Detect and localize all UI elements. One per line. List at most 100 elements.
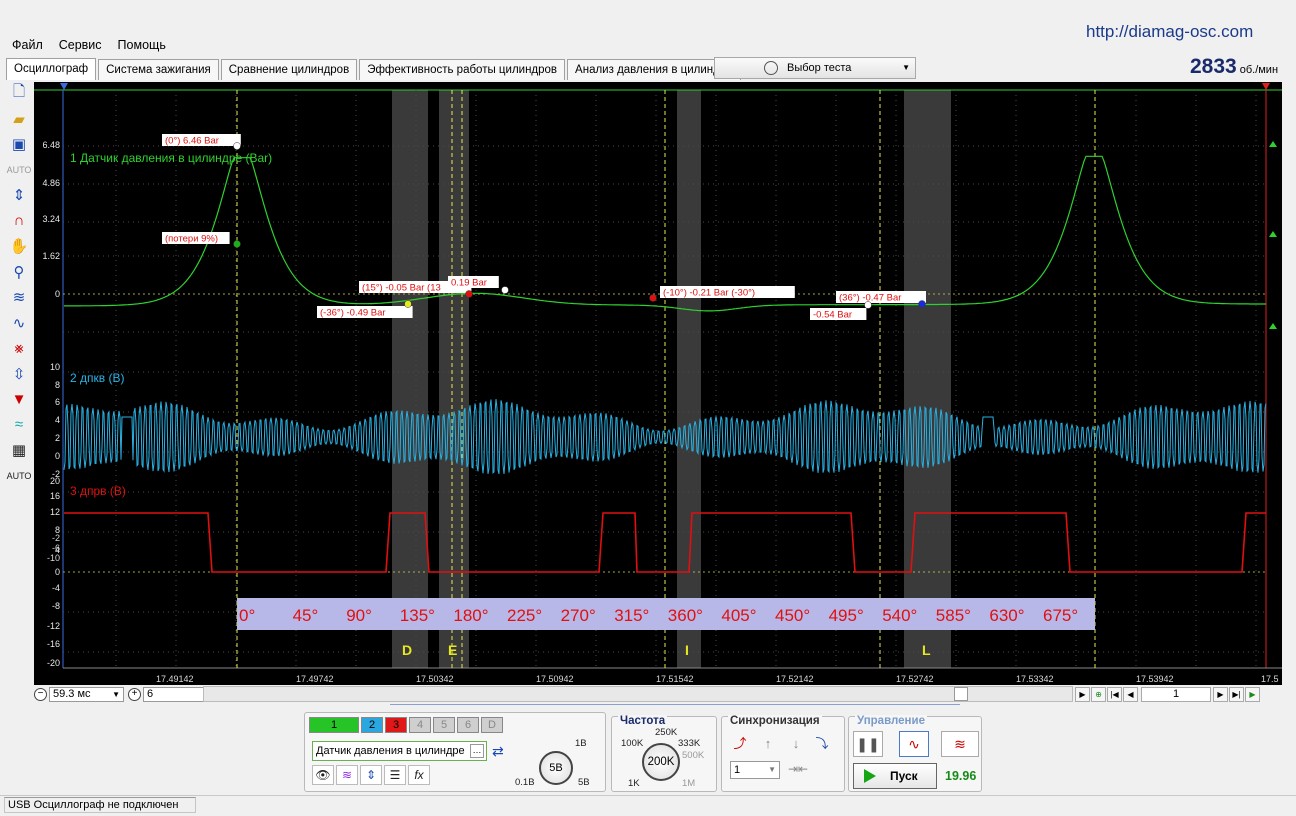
vertical-offset-icon[interactable]: ⇕ xyxy=(360,765,382,785)
pause-icon[interactable]: ❚❚ xyxy=(853,731,883,757)
control-panel: Управление ❚❚ ∿ ≋ Пуск 19.96 xyxy=(848,715,982,792)
time-scrollbar[interactable] xyxy=(203,686,1073,702)
voltage-label-current: 5В xyxy=(578,777,590,788)
zoom-out-icon[interactable]: − xyxy=(34,687,47,701)
frequency-knob[interactable]: 200K xyxy=(642,743,680,781)
menu-help[interactable]: Помощь xyxy=(110,36,174,54)
color-filter-icon[interactable]: ▼ xyxy=(8,388,30,410)
next-frame-icon[interactable]: ▶ xyxy=(1213,686,1228,702)
add-frame-icon[interactable]: ⊕ xyxy=(1091,686,1106,702)
test-select-dropdown[interactable]: Выбор теста ▼ xyxy=(714,57,916,79)
degree-label: 495° xyxy=(829,606,864,625)
channel-d-button[interactable]: D xyxy=(481,717,503,733)
save-icon[interactable]: ▣ xyxy=(8,133,30,155)
frame-number-field[interactable]: 1 xyxy=(1141,686,1211,702)
tab-ignition-system[interactable]: Система зажигания xyxy=(98,59,219,80)
channel-5-button[interactable]: 5 xyxy=(433,717,455,733)
level-lines-icon[interactable]: ☰ xyxy=(384,765,406,785)
tab-oscilloscope[interactable]: Осциллограф xyxy=(6,58,97,80)
table-icon[interactable]: ▦ xyxy=(8,439,30,461)
zoom-icon[interactable]: ⚲ xyxy=(8,261,30,283)
frequency-panel: Частота 200K 250K 100K 333K 500K 1K 1M xyxy=(611,715,717,792)
degree-label: 630° xyxy=(989,606,1024,625)
chevron-down-icon: ▼ xyxy=(768,765,776,774)
ch1-tick-label: 3.24 xyxy=(42,214,60,224)
play-icon[interactable]: ▶ xyxy=(1245,686,1260,702)
channel-6-button[interactable]: 6 xyxy=(457,717,479,733)
left-toolbar: 🗋 ▰ ▣ AUTO ⇕ ∩ ✋ ⚲ ≋ ∿ ⨳ ⇳ ▼ ≈ ▦ AUTO xyxy=(6,82,32,490)
overlay-icon[interactable]: ≈ xyxy=(8,414,30,436)
visibility-icon[interactable]: 👁 xyxy=(312,765,334,785)
panel-splitter[interactable] xyxy=(390,704,960,710)
step-right-icon[interactable]: ▶ xyxy=(1075,686,1090,702)
ch3-tick-label: 12 xyxy=(50,507,60,517)
sync-up-icon[interactable]: ↑ xyxy=(758,735,778,753)
sensor-settings-icon[interactable]: ⇄ xyxy=(492,743,504,760)
sync-arrows-icon[interactable]: ⇥⇤ xyxy=(788,762,808,776)
vertical-cursor-icon[interactable]: ⇕ xyxy=(8,184,30,206)
prev-frame-icon[interactable]: ◀ xyxy=(1123,686,1138,702)
trigger-icon[interactable]: ⨳ xyxy=(8,337,30,359)
auto-settings-icon[interactable]: AUTO xyxy=(7,465,32,487)
degree-label: 45° xyxy=(293,606,319,625)
multi-wave-icon[interactable]: ≋ xyxy=(941,731,979,757)
more-options-icon[interactable]: … xyxy=(470,744,484,758)
voltage-knob[interactable]: 5В xyxy=(539,751,573,785)
channel-4-button[interactable]: 4 xyxy=(409,717,431,733)
voltage-label-max: 1В xyxy=(575,738,587,749)
ch2-tick-label: 2 xyxy=(55,433,60,443)
last-frame-icon[interactable]: ▶| xyxy=(1229,686,1244,702)
frequency-label-333k: 333K xyxy=(678,738,701,749)
curve-fit-icon[interactable]: ∩ xyxy=(8,210,30,232)
sync-auto-icon[interactable]: ⤵ xyxy=(812,735,832,753)
single-wave-icon[interactable]: ∿ xyxy=(899,731,929,757)
phase-wave-icon[interactable]: ∿ xyxy=(8,312,30,334)
time-tick-label: 17.49742 xyxy=(296,674,334,684)
hand-pan-icon[interactable]: ✋ xyxy=(8,235,30,257)
channel-sensor-select[interactable]: Датчик давления в цилиндре… xyxy=(312,741,487,761)
frequency-label-100k: 100K xyxy=(621,738,644,749)
ch1-tick-label: 1.62 xyxy=(42,251,60,261)
tab-cylinder-comparison[interactable]: Сравнение цилиндров xyxy=(220,59,358,80)
time-scroll-thumb[interactable] xyxy=(954,687,968,701)
time-per-div-select[interactable]: 59.3 мс ▼ xyxy=(49,686,124,702)
time-tick-label: 17.50342 xyxy=(416,674,454,684)
sync-rising-edge-icon[interactable]: ⤴ xyxy=(730,735,750,753)
ch2-tick-label: 10 xyxy=(50,362,60,372)
formula-icon[interactable]: fx xyxy=(408,765,430,785)
level-marker xyxy=(1269,231,1277,237)
oscilloscope-plot[interactable]: 6.48 4.86 3.24 1.62 0 10 8 6 4 2 0 -2 20 16 12 8 4 0 -4 -8-… xyxy=(34,82,1282,685)
offset-icon[interactable]: ⇳ xyxy=(8,363,30,385)
first-frame-icon[interactable]: |◀ xyxy=(1107,686,1122,702)
ch3-tick-label: -20 xyxy=(47,658,60,668)
channel-1-button[interactable]: 1 xyxy=(309,717,359,733)
time-tick-label: 17.52142 xyxy=(776,674,814,684)
chevron-down-icon: ▼ xyxy=(902,63,910,72)
open-folder-icon[interactable]: ▰ xyxy=(8,108,30,130)
status-text: USB Осциллограф не подключен xyxy=(4,797,196,813)
ch3-cam-trace xyxy=(64,512,1266,573)
run-button[interactable]: Пуск xyxy=(853,763,937,789)
sync-channel-value: 1 xyxy=(734,764,741,776)
annotation-text: 0.19 Bar xyxy=(451,278,487,289)
measurement-marker xyxy=(501,286,509,294)
time-tick-label: 17.50942 xyxy=(536,674,574,684)
sync-down-icon[interactable]: ↓ xyxy=(786,735,806,753)
new-file-icon[interactable]: 🗋 xyxy=(8,82,30,104)
ch3-tick-label: -10 xyxy=(47,553,60,563)
wave-filter-icon[interactable]: ≋ xyxy=(8,286,30,308)
menu-file[interactable]: Файл xyxy=(4,36,51,54)
channel-2-button[interactable]: 2 xyxy=(361,717,383,733)
chevron-down-icon: ▼ xyxy=(112,689,120,699)
ch3-tick-label: -6 xyxy=(52,543,60,553)
degree-label: 90° xyxy=(346,606,372,625)
sync-channel-select[interactable]: 1 ▼ xyxy=(730,761,780,779)
menu-bar: Файл Сервис Помощь xyxy=(4,36,174,54)
tab-cylinder-efficiency[interactable]: Эффективность работы цилиндров xyxy=(359,59,566,80)
auto-scale-icon[interactable]: AUTO xyxy=(7,159,32,181)
wave-mode-icon[interactable]: ≋ xyxy=(336,765,358,785)
channel-3-button[interactable]: 3 xyxy=(385,717,407,733)
menu-service[interactable]: Сервис xyxy=(51,36,110,54)
ch3-tick-label: 20 xyxy=(50,476,60,486)
zoom-in-icon[interactable]: + xyxy=(128,687,141,701)
